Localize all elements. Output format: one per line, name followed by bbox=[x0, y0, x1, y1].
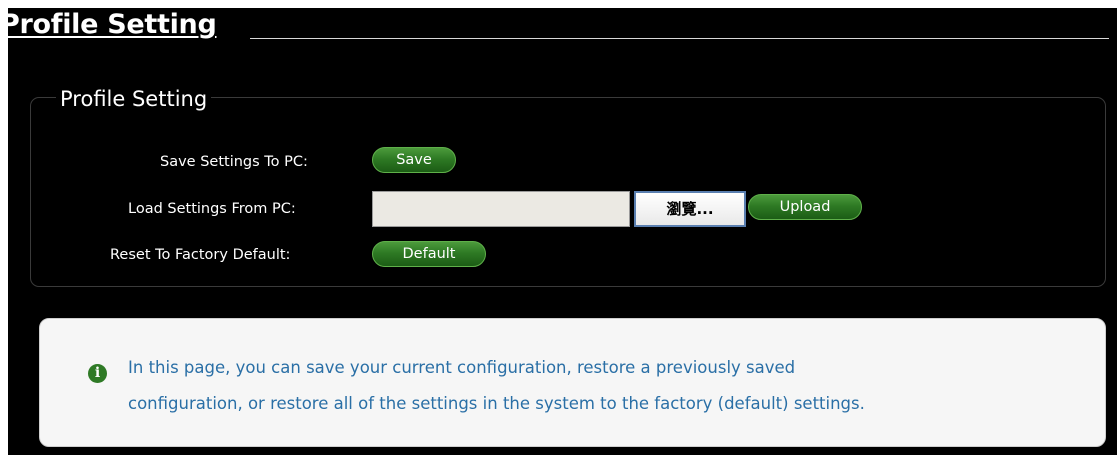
info-message: In this page, you can save your current … bbox=[128, 350, 1088, 422]
file-path-field[interactable] bbox=[372, 191, 630, 227]
load-settings-label: Load Settings From PC: bbox=[128, 201, 296, 217]
upload-button[interactable]: Upload bbox=[748, 194, 862, 220]
save-button[interactable]: Save bbox=[372, 147, 456, 173]
title-divider bbox=[250, 38, 1109, 39]
default-button[interactable]: Default bbox=[372, 241, 486, 267]
group-legend: Profile Setting bbox=[56, 84, 212, 114]
info-line-1: In this page, you can save your current … bbox=[128, 358, 796, 377]
info-icon: i bbox=[88, 364, 107, 383]
page-title: Profile Setting bbox=[0, 9, 217, 40]
reset-default-label: Reset To Factory Default: bbox=[110, 247, 291, 263]
info-line-2: configuration, or restore all of the set… bbox=[128, 394, 865, 413]
save-settings-label: Save Settings To PC: bbox=[160, 154, 308, 170]
browse-button[interactable]: 瀏覽... bbox=[634, 191, 746, 227]
